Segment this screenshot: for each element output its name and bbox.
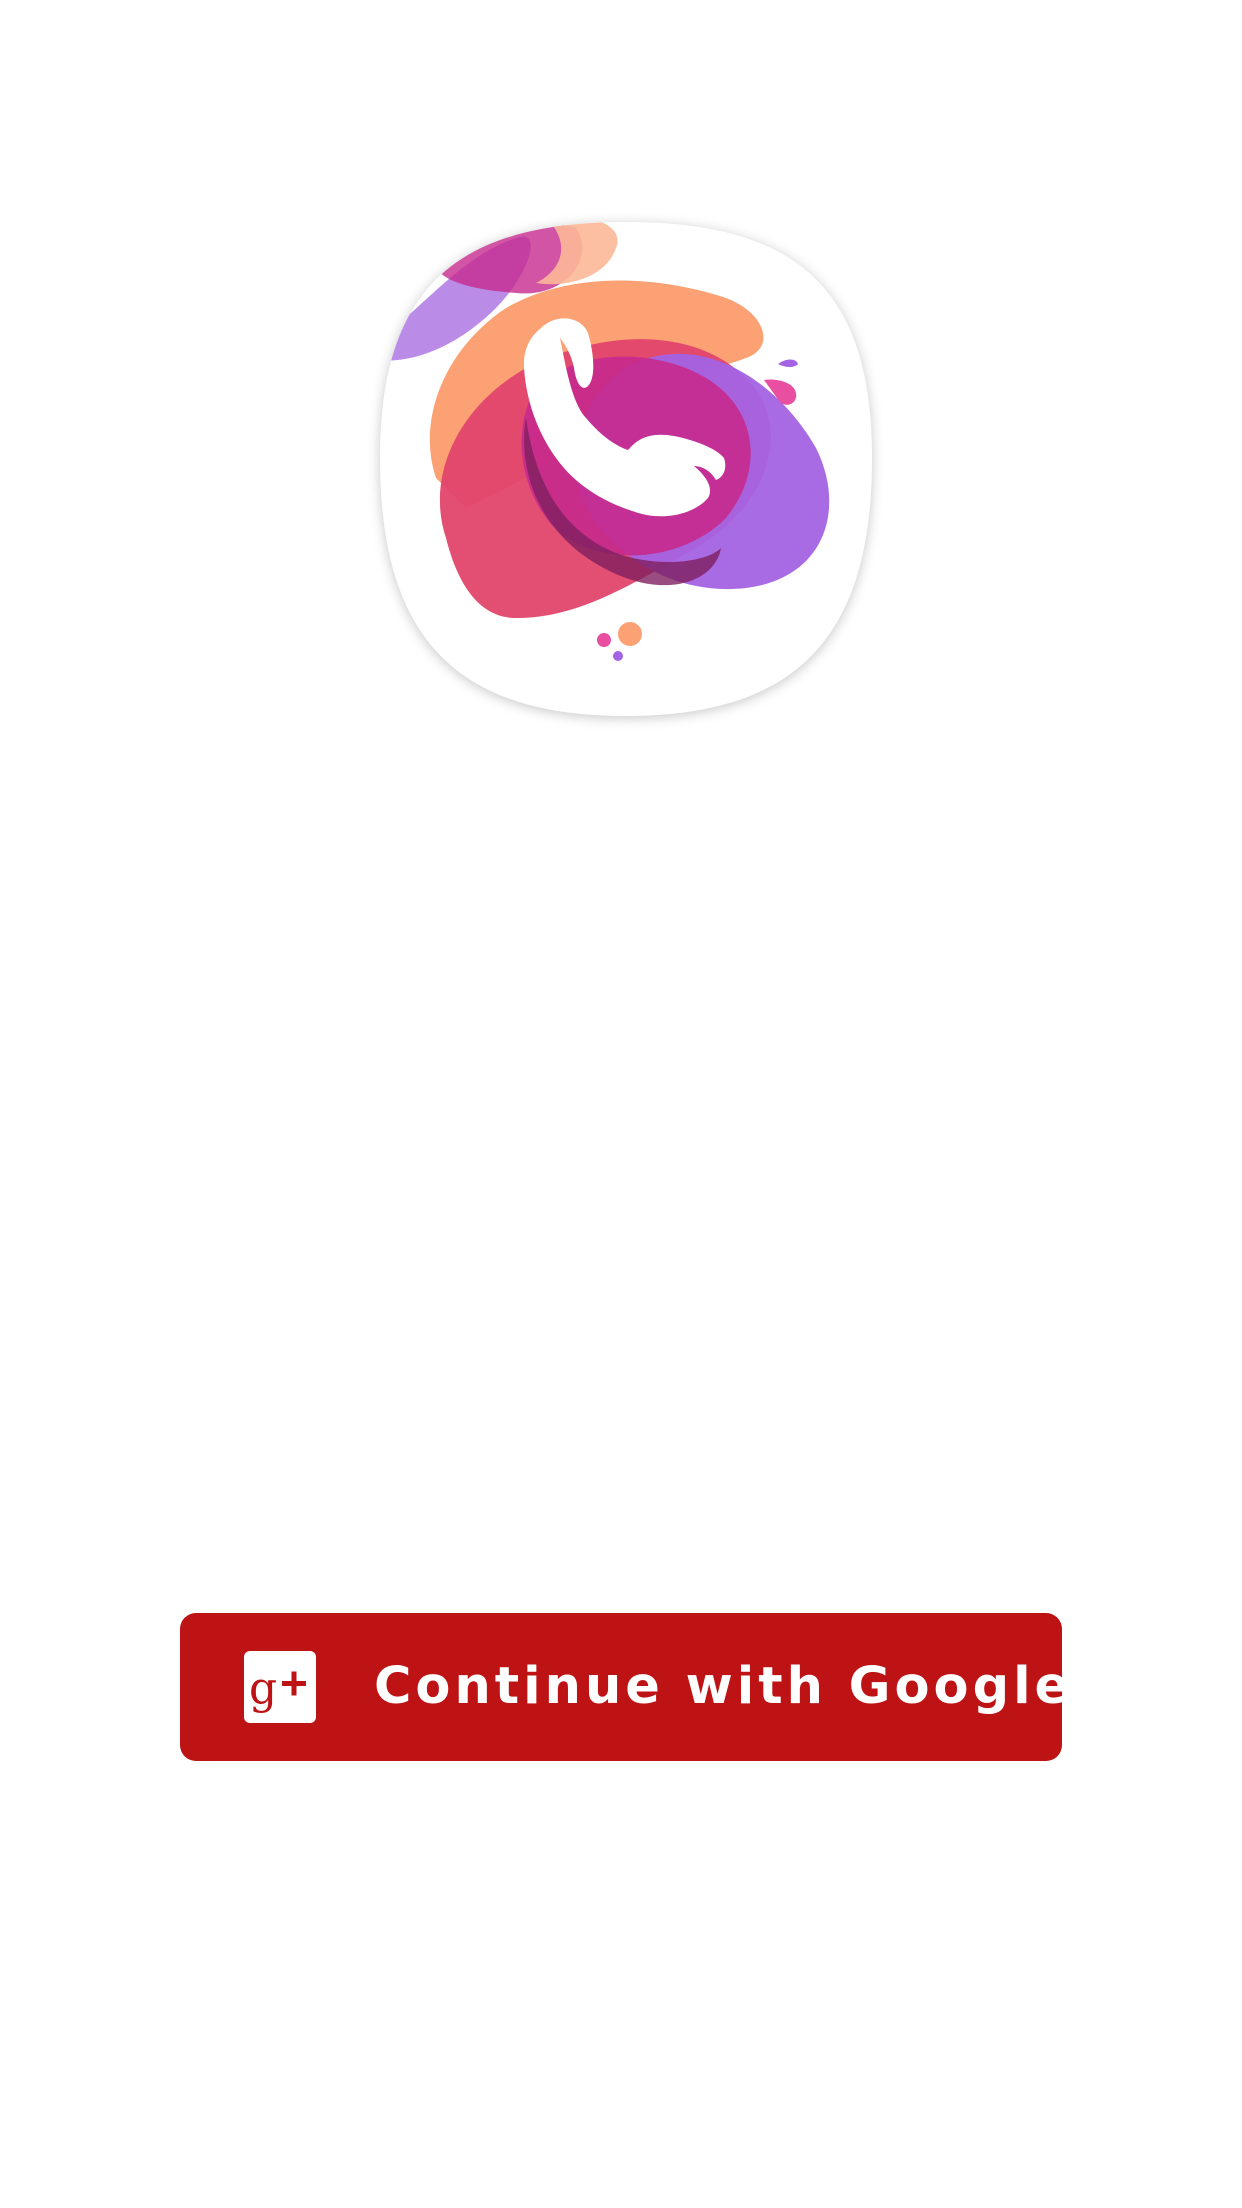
google-plus-icon: g [244, 1651, 316, 1723]
google-button-label: Continue with Google [374, 1657, 1074, 1716]
app-logo [376, 218, 876, 720]
continue-with-google-button[interactable]: g Continue with Google [180, 1613, 1074, 1761]
svg-text:g: g [249, 1663, 277, 1714]
app-logo-graphic [380, 222, 872, 716]
